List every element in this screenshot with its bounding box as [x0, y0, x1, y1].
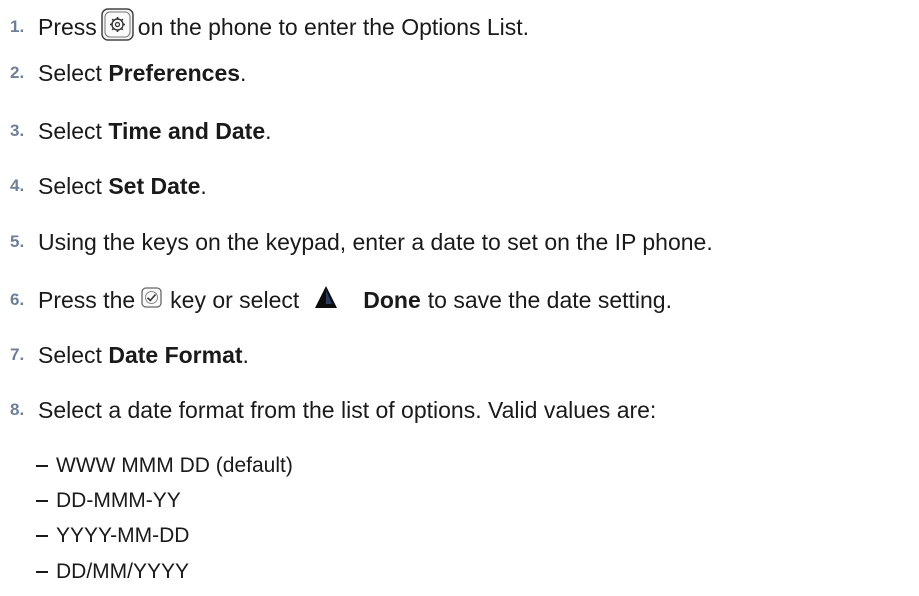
- step-1: 1. Press on the phone to enter the Optio…: [0, 7, 530, 47]
- step-text-pre: Select: [38, 117, 109, 144]
- step-text-bold: Time and Date: [108, 117, 266, 144]
- step-number: 8.: [10, 400, 25, 419]
- step-text-bold: Set Date: [108, 172, 201, 199]
- step-4: 4. Select Set Date.: [0, 169, 207, 203]
- step-3: 3. Select Time and Date.: [0, 114, 272, 148]
- step-text: Select Date Format.: [38, 342, 249, 369]
- date-format-label: YYYY-MM-DD: [56, 524, 190, 547]
- step-number: 1.: [10, 17, 25, 36]
- step-number: 6.: [10, 290, 25, 309]
- date-format-label: DD/MM/YYYY: [56, 560, 190, 583]
- date-format-option: WWW MMM DD (default): [36, 452, 293, 480]
- step-text-post: .: [265, 117, 272, 144]
- step-text: Select Set Date.: [38, 173, 207, 200]
- date-format-option: DD/MM/YYYY: [36, 558, 189, 586]
- step-text: Using the keys on the keypad, enter a da…: [38, 229, 713, 256]
- up-triangle-softkey-icon: [313, 284, 339, 316]
- step-text: Press the key or select Done to save the…: [38, 284, 672, 316]
- step-text-pre: Select a date format from the list of op…: [38, 396, 657, 423]
- date-format-option: YYYY-MM-DD: [36, 522, 189, 550]
- step-text: Select Preferences.: [38, 60, 246, 87]
- step-text-pre: Select: [38, 59, 109, 86]
- step-text-mid: key or select: [170, 286, 300, 313]
- step-number: 2.: [10, 63, 25, 82]
- step-number: 7.: [10, 345, 25, 364]
- step-text: Select Time and Date.: [38, 118, 272, 145]
- step-text-bold: Done: [363, 286, 421, 313]
- checkmark-key-icon: [141, 286, 162, 314]
- step-7: 7. Select Date Format.: [0, 338, 249, 372]
- step-text: Press on the phone to enter the Options …: [38, 7, 530, 47]
- step-text-post: .: [200, 172, 207, 199]
- step-text-post: .: [240, 59, 247, 86]
- date-format-label: DD-MMM-YY: [56, 489, 181, 512]
- options-key-icon: [101, 7, 134, 47]
- step-text-post: .: [242, 341, 249, 368]
- step-2: 2. Select Preferences.: [0, 56, 246, 90]
- step-text-pre: Press the: [38, 286, 136, 313]
- step-5: 5. Using the keys on the keypad, enter a…: [0, 225, 713, 259]
- step-6: 6. Press the key or select Done to save …: [0, 283, 672, 317]
- date-format-label: WWW MMM DD (default): [56, 454, 293, 477]
- list-dash: [36, 535, 48, 537]
- step-text-bold: Preferences: [108, 59, 241, 86]
- list-dash: [36, 500, 48, 502]
- list-dash: [36, 465, 48, 467]
- step-number: 4.: [10, 176, 25, 195]
- step-number: 3.: [10, 121, 25, 140]
- step-text-pre: Using the keys on the keypad, enter a da…: [38, 228, 713, 255]
- step-text-bold: Date Format: [108, 341, 243, 368]
- step-8: 8. Select a date format from the list of…: [0, 393, 656, 427]
- step-text: Select a date format from the list of op…: [38, 397, 656, 424]
- step-text-pre: Press: [38, 13, 97, 40]
- step-text-pre: Select: [38, 172, 109, 199]
- step-text-pre: Select: [38, 341, 109, 368]
- date-format-option: DD-MMM-YY: [36, 487, 181, 515]
- step-text-post: on the phone to enter the Options List.: [137, 13, 530, 40]
- step-number: 5.: [10, 232, 25, 251]
- list-dash: [36, 571, 48, 573]
- step-text-post: to save the date setting.: [427, 286, 672, 313]
